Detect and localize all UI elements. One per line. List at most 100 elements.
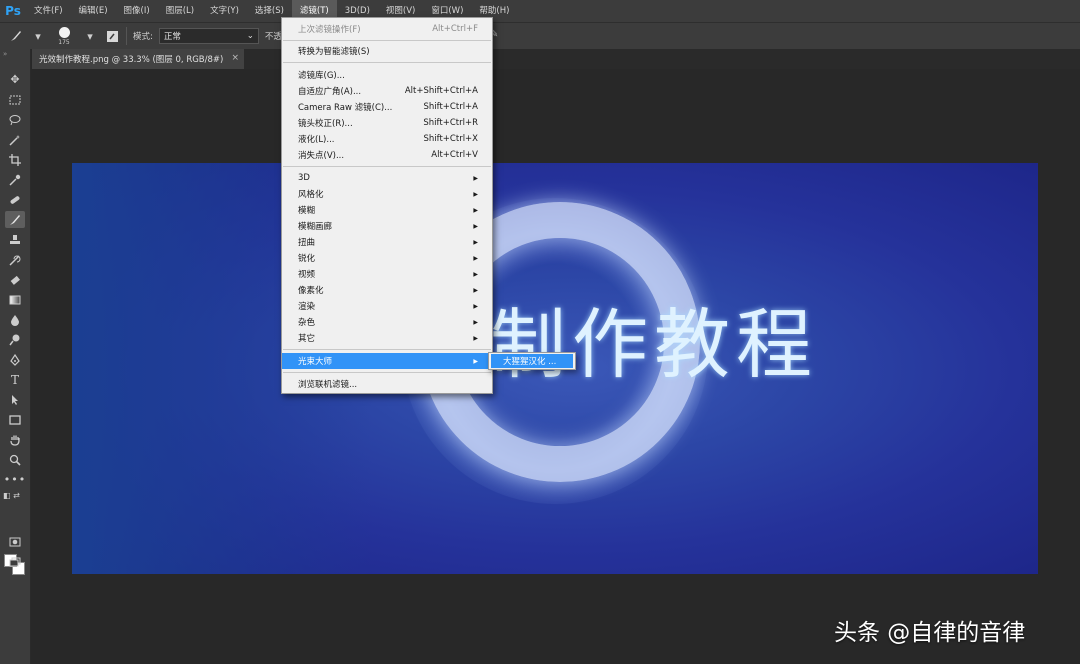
menu-item-browse-online-filters[interactable]: 浏览联机滤镜...	[282, 376, 492, 392]
rectangle-tool-icon[interactable]	[5, 411, 25, 428]
menu-divider	[283, 349, 491, 350]
chevron-down-icon[interactable]: ▾	[30, 28, 46, 44]
blur-tool-icon[interactable]	[5, 311, 25, 328]
menu-item-label: 镜头校正(R)...	[298, 119, 353, 129]
menu-item-last-filter[interactable]: 上次滤镜操作(F) Alt+Ctrl+F	[282, 21, 492, 37]
submenu-arrow-icon: ▶	[473, 302, 478, 310]
brush-size-picker[interactable]: 175	[52, 25, 76, 47]
document-tab[interactable]: 光效制作教程.png @ 33.3% (图层 0, RGB/8#) ×	[32, 49, 244, 69]
submenu-arrow-icon: ▶	[473, 254, 478, 262]
hand-tool-icon[interactable]	[5, 431, 25, 448]
menu-item-stylize[interactable]: 风格化 ▶	[282, 186, 492, 202]
marquee-tool-icon[interactable]	[5, 91, 25, 108]
brush-settings-icon[interactable]	[104, 28, 120, 44]
brush-tool-icon[interactable]	[8, 28, 24, 44]
menu-item-label: 上次滤镜操作(F)	[298, 25, 361, 35]
move-tool-icon[interactable]: ✥	[5, 71, 25, 88]
menu-file[interactable]: 文件(F)	[26, 0, 71, 22]
menu-item-blur[interactable]: 模糊 ▶	[282, 202, 492, 218]
menu-item-liquify[interactable]: 液化(L)... Shift+Ctrl+X	[282, 131, 492, 147]
brush-size-value: 175	[58, 38, 70, 46]
opacity-label: 不透	[264, 32, 282, 42]
menu-item-distort[interactable]: 扭曲 ▶	[282, 234, 492, 250]
zoom-tool-icon[interactable]	[5, 451, 25, 468]
history-brush-icon[interactable]	[5, 251, 25, 268]
eyedropper-icon[interactable]	[5, 171, 25, 188]
menu-layer[interactable]: 图层(L)	[158, 0, 202, 22]
watermark-text: 头条 @自律的音律	[834, 620, 1026, 646]
blend-mode-select[interactable]: 正常 ⌄	[158, 28, 259, 44]
crop-tool-icon[interactable]	[5, 151, 25, 168]
submenu-arrow-icon: ▶	[473, 357, 478, 365]
menu-item-pixelate[interactable]: 像素化 ▶	[282, 282, 492, 298]
menu-divider	[283, 62, 491, 63]
menu-item-filter-gallery[interactable]: 滤镜库(G)...	[282, 67, 492, 83]
menu-item-camera-raw[interactable]: Camera Raw 滤镜(C)... Shift+Ctrl+A	[282, 99, 492, 115]
menu-bar: Ps 文件(F) 编辑(E) 图像(I) 图层(L) 文字(Y) 选择(S) 滤…	[0, 0, 1080, 22]
quick-mask-icon[interactable]	[5, 533, 25, 550]
mode-label: 模式:	[133, 32, 153, 42]
photoshop-logo: Ps	[5, 4, 21, 18]
clone-stamp-icon[interactable]	[5, 231, 25, 248]
menu-item-3d[interactable]: 3D ▶	[282, 170, 492, 186]
brush-preview-icon	[58, 26, 70, 38]
menu-item-noise[interactable]: 杂色 ▶	[282, 314, 492, 330]
default-colors-icon[interactable]: ◧ ⇄	[3, 491, 20, 500]
canvas-title-text: 制作教程	[490, 300, 818, 389]
menu-item-label: 浏览联机滤镜...	[298, 380, 358, 390]
menu-item-sharpen[interactable]: 锐化 ▶	[282, 250, 492, 266]
submenu-arrow-icon: ▶	[473, 206, 478, 214]
submenu-arrow-icon: ▶	[473, 174, 478, 182]
submenu-arrow-icon: ▶	[473, 238, 478, 246]
menu-item-label: 3D	[298, 173, 310, 183]
divider	[126, 27, 127, 45]
menu-item-render[interactable]: 渲染 ▶	[282, 298, 492, 314]
pen-tool-icon[interactable]	[5, 351, 25, 368]
collapse-icon[interactable]: »	[3, 50, 7, 58]
submenu-arrow-icon: ▶	[473, 318, 478, 326]
menu-item-label: 滤镜库(G)...	[298, 71, 345, 81]
menu-item-video[interactable]: 视频 ▶	[282, 266, 492, 282]
gradient-tool-icon[interactable]	[5, 291, 25, 308]
menu-divider	[283, 40, 491, 41]
menu-item-label: 模糊画廊	[298, 222, 333, 232]
menu-item-label: 光束大师	[298, 357, 333, 367]
menu-item-adaptive-wide-angle[interactable]: 自适应广角(A)... Alt+Shift+Ctrl+A	[282, 83, 492, 99]
menu-item-lens-correction[interactable]: 镜头校正(R)... Shift+Ctrl+R	[282, 115, 492, 131]
eraser-icon[interactable]	[5, 271, 25, 288]
menu-item-shortcut: Alt+Ctrl+V	[431, 150, 478, 160]
menu-item-shortcut: Shift+Ctrl+R	[423, 118, 478, 128]
menu-item-blur-gallery[interactable]: 模糊画廊 ▶	[282, 218, 492, 234]
menu-edit[interactable]: 编辑(E)	[71, 0, 116, 22]
menu-item-other[interactable]: 其它 ▶	[282, 330, 492, 346]
submenu-arrow-icon: ▶	[473, 270, 478, 278]
more-tools-icon[interactable]: •••	[4, 471, 25, 488]
filter-dropdown-menu: 上次滤镜操作(F) Alt+Ctrl+F 转换为智能滤镜(S) 滤镜库(G)..…	[281, 17, 493, 394]
menu-item-light-beam-master[interactable]: 光束大师 ▶	[282, 353, 492, 369]
menu-item-shortcut: Shift+Ctrl+X	[423, 134, 478, 144]
menu-item-label: 模糊	[298, 206, 316, 216]
type-tool-icon[interactable]: T	[5, 371, 25, 388]
document-tab-title: 光效制作教程.png @ 33.3% (图层 0, RGB/8#)	[39, 55, 224, 65]
screen-mode-icon[interactable]	[5, 553, 25, 570]
menu-image[interactable]: 图像(I)	[116, 0, 158, 22]
submenu-item-gorilla-localization[interactable]: 大猩猩汉化 ...	[491, 354, 573, 368]
dodge-tool-icon[interactable]	[5, 331, 25, 348]
menu-item-convert-smart-filter[interactable]: 转换为智能滤镜(S)	[282, 43, 492, 59]
menu-type[interactable]: 文字(Y)	[202, 0, 247, 22]
menu-item-vanishing-point[interactable]: 消失点(V)... Alt+Ctrl+V	[282, 147, 492, 163]
healing-brush-icon[interactable]	[5, 191, 25, 208]
menu-item-label: 风格化	[298, 190, 324, 200]
path-selection-icon[interactable]	[5, 391, 25, 408]
lasso-tool-icon[interactable]	[5, 111, 25, 128]
brush-tool-icon[interactable]	[5, 211, 25, 228]
menu-item-label: 转换为智能滤镜(S)	[298, 47, 370, 57]
submenu-arrow-icon: ▶	[473, 190, 478, 198]
magic-wand-icon[interactable]	[5, 131, 25, 148]
chevron-down-icon[interactable]: ▾	[82, 28, 98, 44]
close-icon[interactable]: ×	[231, 53, 239, 63]
menu-item-label: 其它	[298, 334, 316, 344]
submenu-arrow-icon: ▶	[473, 286, 478, 294]
menu-item-label: 消失点(V)...	[298, 151, 345, 161]
menu-divider	[283, 372, 491, 373]
